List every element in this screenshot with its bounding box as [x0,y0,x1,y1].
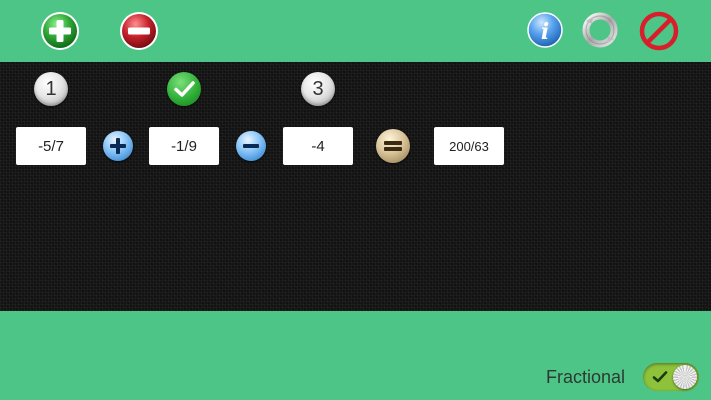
equals-icon [384,141,402,151]
plus-operator-button[interactable] [103,131,133,161]
operand-1-field[interactable]: -5/7 [16,127,86,165]
fractional-label: Fractional [546,367,626,387]
info-icon: i [527,12,563,48]
info-button[interactable]: i [527,12,563,48]
expression-panel [0,62,711,311]
svg-text:i: i [541,19,549,45]
refresh-icon [582,12,618,48]
equals-button[interactable] [376,129,410,163]
plus-icon [110,138,126,154]
remove-button[interactable] [119,11,159,51]
toggle-check-icon [652,371,668,383]
add-button[interactable] [40,11,80,51]
clear-button[interactable] [638,10,680,52]
fractional-toggle[interactable] [643,363,699,391]
prohibited-icon [639,11,679,51]
remove-icon [120,12,158,50]
operand-2-field[interactable]: -1/9 [149,127,219,165]
step-complete-badge [167,72,201,106]
minus-icon [243,144,259,148]
check-icon [174,81,195,97]
step-badge-3: 3 [301,72,335,106]
toggle-knob[interactable] [673,365,697,389]
step-badge-1: 1 [34,72,68,106]
result-field: 200/63 [434,127,504,165]
refresh-button[interactable] [581,11,619,49]
operand-3-field[interactable]: -4 [283,127,353,165]
add-icon [41,12,79,50]
minus-operator-button[interactable] [236,131,266,161]
